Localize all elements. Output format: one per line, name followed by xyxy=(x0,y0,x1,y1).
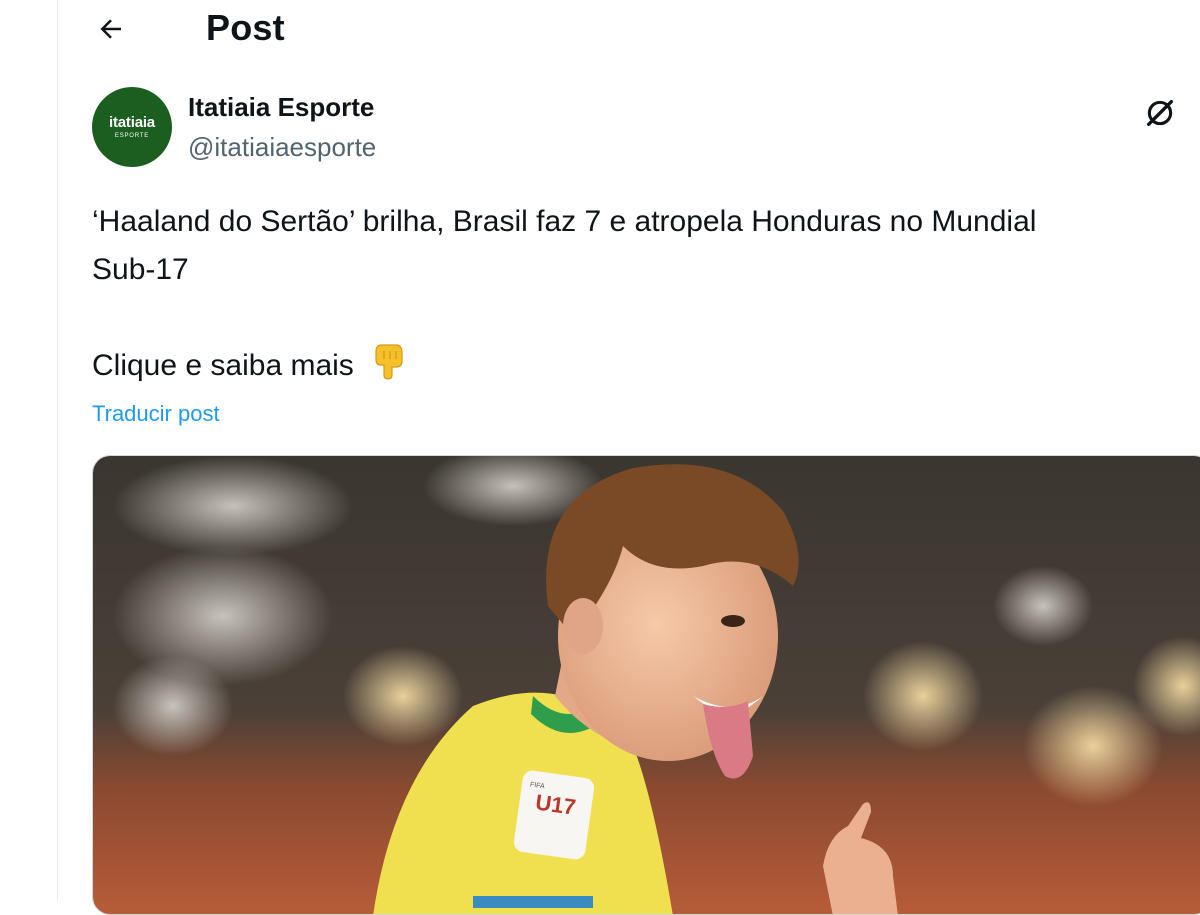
grok-icon[interactable] xyxy=(1140,93,1180,133)
post-text-line-1: ‘Haaland do Sertão’ brilha, Brasil faz 7… xyxy=(92,205,1037,238)
avatar-sub-text: ESPORTE xyxy=(114,133,150,139)
avatar[interactable]: itatiaia ESPORTE xyxy=(92,87,172,167)
author-row: itatiaia ESPORTE Itatiaia Esporte @itati… xyxy=(92,87,1200,169)
author-handle[interactable]: @itatiaiaesporte xyxy=(188,131,376,163)
cta-text: Clique e saiba mais xyxy=(92,349,354,382)
backhand-index-pointing-down-icon xyxy=(375,344,403,380)
post-call-to-action: Clique e saiba mais xyxy=(92,341,406,390)
post-text: ‘Haaland do Sertão’ brilha, Brasil faz 7… xyxy=(92,198,1200,294)
arrow-left-icon xyxy=(100,19,121,39)
back-button[interactable] xyxy=(90,8,132,50)
avatar-brand-text: itatiaia xyxy=(109,114,155,131)
translate-post-link[interactable]: Traducir post xyxy=(92,398,220,430)
post-text-line-2: Sub-17 xyxy=(92,253,189,286)
page-title: Post xyxy=(206,7,285,48)
post-media-image[interactable]: U17 FIFA xyxy=(92,455,1200,915)
post-header: Post xyxy=(58,0,1200,58)
u17-patch: U17 FIFA xyxy=(513,770,595,860)
author-display-name[interactable]: Itatiaia Esporte xyxy=(188,91,374,123)
left-navigation-rail xyxy=(0,0,58,900)
